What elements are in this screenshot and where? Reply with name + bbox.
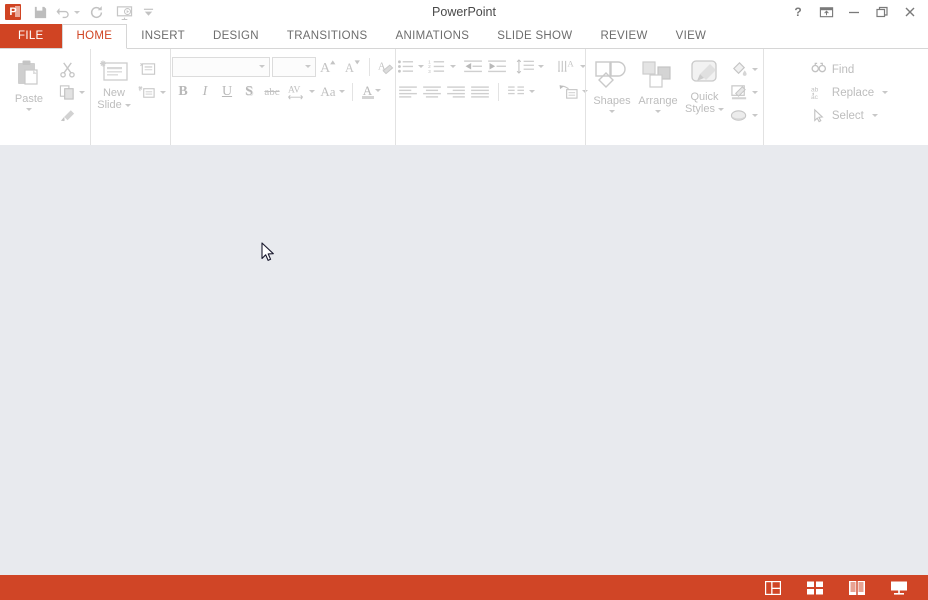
- svg-text:?: ?: [794, 5, 801, 19]
- title-bar: P PowerPoint ?: [0, 0, 928, 24]
- tab-transitions[interactable]: TRANSITIONS: [273, 24, 382, 49]
- bullets-button[interactable]: [396, 56, 426, 77]
- shapes-dropdown-caret-icon[interactable]: [609, 110, 615, 113]
- tab-view[interactable]: VIEW: [662, 24, 721, 49]
- decrease-indent-button[interactable]: [462, 56, 486, 77]
- shape-fill-caret-icon[interactable]: [751, 67, 758, 71]
- ribbon-tab-strip: FILE HOME INSERT DESIGN TRANSITIONS ANIM…: [0, 24, 928, 49]
- view-normal-button[interactable]: [762, 579, 784, 597]
- arrange-button[interactable]: Arrange: [635, 56, 682, 113]
- text-shadow-button[interactable]: S: [238, 81, 260, 102]
- shape-outline-caret-icon[interactable]: [751, 90, 758, 94]
- change-case-caret-icon[interactable]: [338, 90, 345, 93]
- replace-button[interactable]: ab ac Replace: [807, 81, 889, 104]
- font-color-caret-icon[interactable]: [375, 88, 382, 92]
- powerpoint-window: P PowerPoint ? FILE HOME INSERT DESIGN T…: [0, 0, 928, 600]
- find-label: Find: [831, 63, 855, 76]
- tab-animations[interactable]: ANIMATIONS: [382, 24, 484, 49]
- arrange-dropdown-caret-icon[interactable]: [655, 110, 661, 113]
- svg-text:A: A: [345, 61, 354, 75]
- restore-button[interactable]: [868, 0, 896, 24]
- font-size-combobox[interactable]: [272, 56, 316, 77]
- numbering-caret-icon[interactable]: [449, 65, 456, 68]
- close-button[interactable]: [896, 0, 924, 24]
- tab-file[interactable]: FILE: [0, 24, 62, 49]
- svg-text:A: A: [320, 60, 331, 75]
- cut-button[interactable]: [57, 58, 87, 80]
- underline-button[interactable]: U: [216, 81, 238, 102]
- help-button[interactable]: ?: [784, 0, 812, 24]
- shape-effects-caret-icon[interactable]: [751, 113, 758, 117]
- character-spacing-caret-icon[interactable]: [308, 90, 315, 93]
- select-label: Select: [831, 109, 864, 122]
- status-bar: [0, 575, 928, 600]
- shapes-button[interactable]: Shapes: [590, 56, 635, 113]
- svg-text:A: A: [567, 59, 574, 69]
- tab-review[interactable]: REVIEW: [586, 24, 661, 49]
- new-slide-label: New Slide: [97, 87, 131, 111]
- view-reading-button[interactable]: [846, 579, 868, 597]
- font-color-button[interactable]: A: [356, 81, 388, 102]
- paste-label: Paste: [14, 93, 44, 105]
- arrange-label: Arrange: [638, 95, 678, 107]
- format-painter-button[interactable]: [57, 104, 87, 126]
- slide-editing-area[interactable]: [0, 145, 928, 575]
- view-slide-show-button[interactable]: [888, 579, 910, 597]
- decrease-font-size-button[interactable]: A: [342, 56, 364, 77]
- justify-button[interactable]: [468, 81, 492, 102]
- shape-effects-button[interactable]: [728, 104, 760, 126]
- line-spacing-caret-icon[interactable]: [537, 65, 544, 68]
- columns-caret-icon[interactable]: [528, 90, 535, 93]
- bullets-caret-icon[interactable]: [418, 65, 424, 68]
- view-buttons: [762, 579, 928, 597]
- font-name-caret-icon[interactable]: [259, 65, 265, 68]
- align-right-button[interactable]: [444, 81, 468, 102]
- quick-styles-button[interactable]: Quick Styles: [682, 56, 728, 115]
- quick-styles-dropdown-caret-icon[interactable]: [717, 107, 724, 111]
- svg-text:ac: ac: [811, 94, 819, 100]
- svg-text:ab: ab: [811, 87, 819, 94]
- tab-home[interactable]: HOME: [61, 24, 128, 49]
- tab-slide-show[interactable]: SLIDE SHOW: [483, 24, 586, 49]
- increase-indent-button[interactable]: [486, 56, 510, 77]
- numbering-button[interactable]: 1 2 3: [426, 56, 458, 77]
- tab-design[interactable]: DESIGN: [199, 24, 273, 49]
- bold-button[interactable]: B: [172, 81, 194, 102]
- minimize-button[interactable]: [840, 0, 868, 24]
- tab-insert[interactable]: INSERT: [127, 24, 199, 49]
- window-controls: ?: [784, 0, 924, 24]
- copy-button[interactable]: [57, 81, 87, 103]
- quick-styles-label: Quick Styles: [685, 91, 724, 115]
- paste-dropdown-caret-icon[interactable]: [26, 108, 32, 111]
- increase-font-size-button[interactable]: A: [318, 56, 340, 77]
- replace-label: Replace: [831, 86, 875, 99]
- line-spacing-button[interactable]: [514, 56, 546, 77]
- svg-text:3: 3: [428, 69, 431, 74]
- find-button[interactable]: Find: [807, 58, 854, 81]
- columns-button[interactable]: [505, 81, 537, 102]
- shape-outline-button[interactable]: [728, 81, 760, 103]
- font-name-combobox[interactable]: [172, 56, 270, 77]
- font-size-caret-icon[interactable]: [305, 65, 311, 68]
- new-slide-dropdown-caret-icon[interactable]: [124, 103, 131, 107]
- align-left-button[interactable]: [396, 81, 420, 102]
- svg-text:AV: AV: [287, 85, 300, 95]
- select-caret-icon[interactable]: [871, 114, 878, 117]
- align-center-button[interactable]: [420, 81, 444, 102]
- replace-caret-icon[interactable]: [882, 91, 889, 94]
- strikethrough-button[interactable]: abc: [260, 81, 284, 102]
- paste-button[interactable]: Paste: [3, 56, 55, 111]
- shape-fill-button[interactable]: [728, 58, 760, 80]
- ribbon-display-options-button[interactable]: [812, 0, 840, 24]
- character-spacing-button[interactable]: AV: [284, 81, 316, 102]
- italic-button[interactable]: I: [194, 81, 216, 102]
- change-case-button[interactable]: Aa: [316, 81, 349, 102]
- view-slide-sorter-button[interactable]: [804, 579, 826, 597]
- copy-dropdown-caret-icon[interactable]: [79, 90, 85, 94]
- shapes-label: Shapes: [593, 95, 631, 107]
- text-direction-button[interactable]: A: [556, 56, 587, 77]
- new-slide-button[interactable]: New Slide: [93, 56, 135, 111]
- select-button[interactable]: Select: [807, 104, 878, 127]
